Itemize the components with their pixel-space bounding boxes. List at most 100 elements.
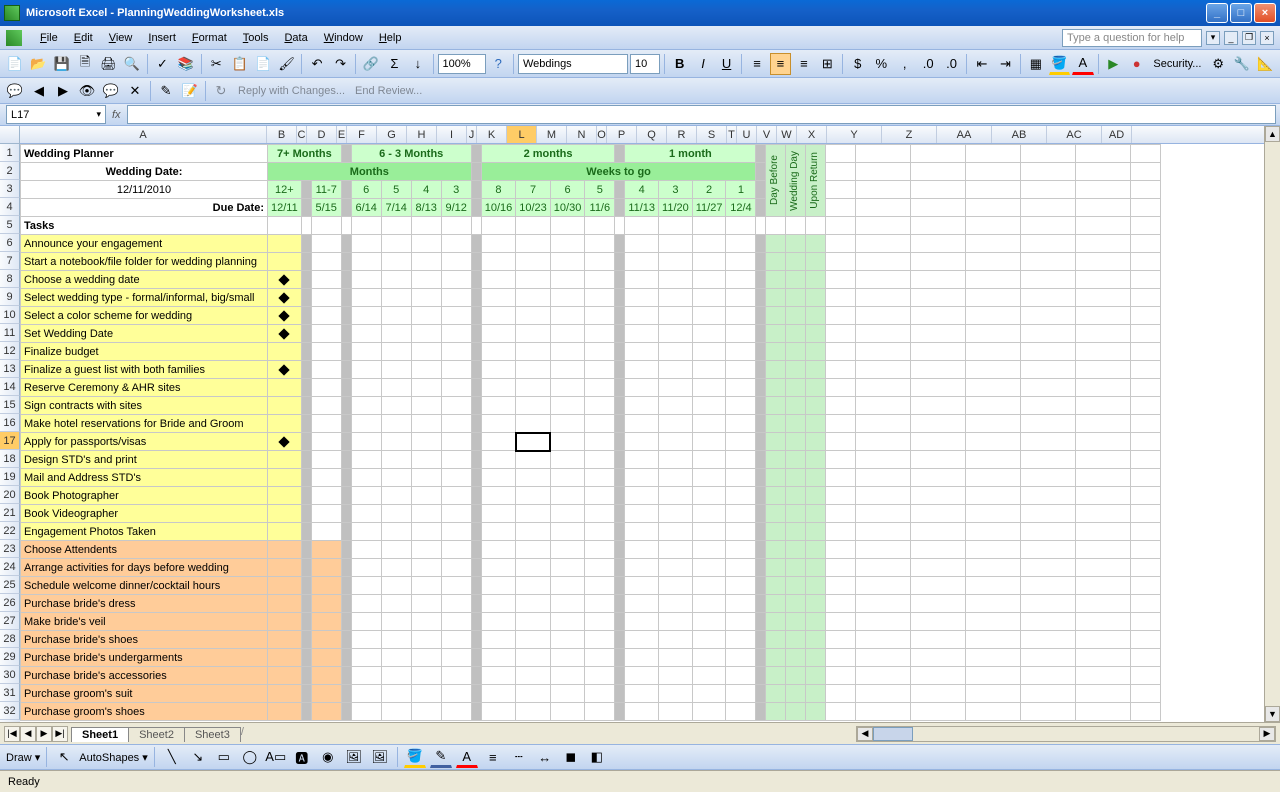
select-all-corner[interactable] (0, 126, 20, 144)
zoom-input[interactable] (438, 54, 486, 74)
col-header-L[interactable]: L (507, 126, 537, 143)
row-header-21[interactable]: 21 (0, 504, 20, 522)
task-row-13[interactable]: Finalize a guest list with both families (21, 361, 1161, 379)
workbook-minimize-button[interactable]: _ (1224, 31, 1238, 45)
percent-icon[interactable]: % (871, 53, 892, 75)
task-row-25[interactable]: Schedule welcome dinner/cocktail hours (21, 577, 1161, 595)
merge-center-icon[interactable]: ⊞ (817, 53, 838, 75)
align-left-icon[interactable]: ≡ (746, 53, 767, 75)
align-right-icon[interactable]: ≡ (793, 53, 814, 75)
row-header-27[interactable]: 27 (0, 612, 20, 630)
task-row-16[interactable]: Make hotel reservations for Bride and Gr… (21, 415, 1161, 433)
task-row-10[interactable]: Select a color scheme for wedding (21, 307, 1161, 325)
col-header-Z[interactable]: Z (882, 126, 937, 143)
fill-color-draw-icon[interactable]: 🪣 (404, 746, 426, 768)
format-painter-icon[interactable]: 🖌 (276, 53, 297, 75)
help-dropdown-icon[interactable]: ▾ (1206, 31, 1220, 45)
bold-icon[interactable]: B (669, 53, 690, 75)
row-header-10[interactable]: 10 (0, 306, 20, 324)
new-comment-icon[interactable]: 💬 (4, 80, 26, 102)
task-row-18[interactable]: Design STD's and print (21, 451, 1161, 469)
menu-view[interactable]: View (101, 30, 141, 46)
sort-icon[interactable]: ↓ (407, 53, 428, 75)
print-preview-icon[interactable]: 🔍 (121, 53, 142, 75)
col-header-K[interactable]: K (477, 126, 507, 143)
col-header-B[interactable]: B (267, 126, 297, 143)
row-header-4[interactable]: 4 (0, 198, 20, 216)
col-header-T[interactable]: T (727, 126, 737, 143)
col-header-X[interactable]: X (797, 126, 827, 143)
scroll-down-icon[interactable]: ▼ (1265, 706, 1280, 722)
col-header-M[interactable]: M (537, 126, 567, 143)
comma-icon[interactable]: , (894, 53, 915, 75)
task-row-7[interactable]: Start a notebook/file folder for wedding… (21, 253, 1161, 271)
design-mode-icon[interactable]: 📐 (1254, 53, 1275, 75)
row-header-6[interactable]: 6 (0, 234, 20, 252)
col-header-AA[interactable]: AA (937, 126, 992, 143)
col-header-V[interactable]: V (757, 126, 777, 143)
hyperlink-icon[interactable]: 🔗 (360, 53, 381, 75)
control-toolbox-icon[interactable]: 🔧 (1231, 53, 1252, 75)
font-size-input[interactable] (630, 54, 660, 74)
diagram-icon[interactable]: ◉ (317, 746, 339, 768)
scroll-thumb[interactable] (873, 727, 913, 741)
col-header-W[interactable]: W (777, 126, 797, 143)
row-header-3[interactable]: 3 (0, 180, 20, 198)
col-header-G[interactable]: G (377, 126, 407, 143)
col-header-S[interactable]: S (697, 126, 727, 143)
row-header-32[interactable]: 32 (0, 702, 20, 720)
task-row-12[interactable]: Finalize budget (21, 343, 1161, 361)
row-header-11[interactable]: 11 (0, 324, 20, 342)
row-header-17[interactable]: 17 (0, 432, 20, 450)
task-row-31[interactable]: Purchase groom's suit (21, 685, 1161, 703)
task-row-15[interactable]: Sign contracts with sites (21, 397, 1161, 415)
row-header-24[interactable]: 24 (0, 558, 20, 576)
save-icon[interactable]: 💾 (51, 53, 72, 75)
name-box[interactable]: L17▾ (6, 105, 106, 124)
fill-color-icon[interactable]: 🪣 (1049, 53, 1070, 75)
currency-icon[interactable]: $ (847, 53, 868, 75)
menu-data[interactable]: Data (276, 30, 315, 46)
permission-icon[interactable]: 🗎 (74, 53, 95, 75)
font-name-input[interactable] (518, 54, 628, 74)
row-header-2[interactable]: 2 (0, 162, 20, 180)
next-comment-icon[interactable]: ▶ (52, 80, 74, 102)
task-row-30[interactable]: Purchase bride's accessories (21, 667, 1161, 685)
rectangle-icon[interactable]: ▭ (213, 746, 235, 768)
row-header-1[interactable]: 1 (0, 144, 20, 162)
col-header-I[interactable]: I (437, 126, 467, 143)
research-icon[interactable]: 📚 (175, 53, 196, 75)
fx-label[interactable]: fx (112, 109, 121, 121)
task-row-6[interactable]: Announce your engagement (21, 235, 1161, 253)
row-header-18[interactable]: 18 (0, 450, 20, 468)
task-row-27[interactable]: Make bride's veil (21, 613, 1161, 631)
row-header-8[interactable]: 8 (0, 270, 20, 288)
italic-icon[interactable]: I (692, 53, 713, 75)
row-header-20[interactable]: 20 (0, 486, 20, 504)
col-header-P[interactable]: P (607, 126, 637, 143)
security-button[interactable]: Security... (1149, 58, 1205, 70)
row-header-28[interactable]: 28 (0, 630, 20, 648)
task-row-19[interactable]: Mail and Address STD's (21, 469, 1161, 487)
scroll-left-icon[interactable]: ◀ (857, 727, 873, 741)
row-header-15[interactable]: 15 (0, 396, 20, 414)
row-header-13[interactable]: 13 (0, 360, 20, 378)
col-header-J[interactable]: J (467, 126, 477, 143)
task-row-23[interactable]: Choose Attendents (21, 541, 1161, 559)
col-header-E[interactable]: E (337, 126, 347, 143)
row-header-14[interactable]: 14 (0, 378, 20, 396)
row-header-29[interactable]: 29 (0, 648, 20, 666)
task-row-8[interactable]: Choose a wedding date (21, 271, 1161, 289)
col-header-Q[interactable]: Q (637, 126, 667, 143)
row-header-9[interactable]: 9 (0, 288, 20, 306)
line-color-icon[interactable]: ✎ (430, 746, 452, 768)
formula-bar[interactable] (127, 105, 1276, 124)
task-row-9[interactable]: Select wedding type - formal/informal, b… (21, 289, 1161, 307)
cut-icon[interactable]: ✂ (206, 53, 227, 75)
align-center-icon[interactable]: ≡ (770, 53, 791, 75)
menu-tools[interactable]: Tools (235, 30, 277, 46)
col-header-A[interactable]: A (20, 126, 267, 143)
show-ink-icon[interactable]: ✎ (155, 80, 177, 102)
draw-menu[interactable]: Draw ▾ (6, 751, 40, 764)
vertical-scrollbar[interactable]: ▲ ▼ (1264, 144, 1280, 722)
